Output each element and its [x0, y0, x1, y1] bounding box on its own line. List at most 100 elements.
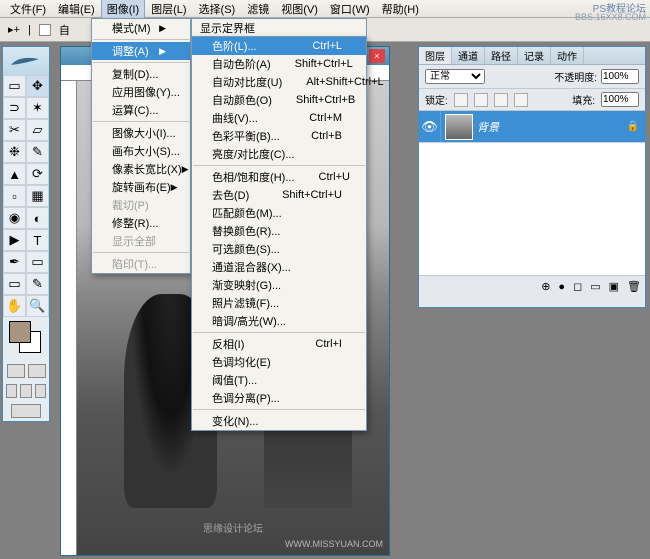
menu-item[interactable]: 色阶(L)...Ctrl+L — [192, 37, 366, 55]
menu-item[interactable]: 复制(D)... — [92, 65, 190, 83]
layer-lock-icon: 🔒 — [627, 121, 639, 132]
screen-mode-3[interactable] — [35, 384, 46, 398]
menu-item[interactable]: 视图(V) — [275, 0, 324, 19]
menu-item[interactable]: 色调均化(E) — [192, 353, 366, 371]
layer-row[interactable]: 👁 背景 🔒 — [419, 111, 645, 143]
menu-item[interactable]: 调整(A)▶ — [92, 42, 190, 60]
menu-item[interactable]: 反相(I)Ctrl+I — [192, 335, 366, 353]
wand-tool[interactable]: ✶ — [26, 97, 49, 119]
menu-item[interactable]: 自动对比度(U)Alt+Shift+Ctrl+L — [192, 73, 366, 91]
stamp-tool[interactable]: ▲ — [3, 163, 26, 185]
brush-tool[interactable]: ✎ — [26, 141, 49, 163]
eyedropper-tool[interactable]: ✎ — [26, 273, 49, 295]
eraser-tool[interactable]: ▫ — [3, 185, 26, 207]
notes-tool[interactable]: ▭ — [3, 273, 26, 295]
menu-item[interactable]: 匹配颜色(M)... — [192, 204, 366, 222]
path-select-tool[interactable]: ▶ — [3, 229, 26, 251]
menu-item[interactable]: 可选颜色(S)... — [192, 240, 366, 258]
crop-tool[interactable]: ✂ — [3, 119, 26, 141]
menu-item[interactable]: 修整(R)... — [92, 214, 190, 232]
panel-tab[interactable]: 路径 — [485, 47, 518, 64]
menu-item[interactable]: 色相/饱和度(H)...Ctrl+U — [192, 168, 366, 186]
dodge-tool[interactable]: ◐ — [26, 207, 49, 229]
blur-tool[interactable]: ◉ — [3, 207, 26, 229]
menu-item[interactable]: 文件(F) — [4, 0, 52, 19]
move-tool[interactable]: ✥ — [26, 75, 49, 97]
layer-name[interactable]: 背景 — [477, 119, 499, 135]
menu-item[interactable]: 旋转画布(E)▶ — [92, 178, 190, 196]
zoom-tool[interactable]: 🔍 — [26, 295, 49, 317]
menu-item[interactable]: 滤镜 — [241, 0, 275, 19]
auto-select-checkbox[interactable] — [39, 24, 51, 36]
jump-to-button[interactable] — [11, 404, 41, 418]
new-layer-button[interactable]: ▣ — [609, 280, 619, 293]
menu-item[interactable]: 通道混合器(X)... — [192, 258, 366, 276]
history-brush-tool[interactable]: ⟳ — [26, 163, 49, 185]
menu-item[interactable]: 暗调/高光(W)... — [192, 312, 366, 330]
panel-tab[interactable]: 通道 — [452, 47, 485, 64]
menu-item[interactable]: 运算(C)... — [92, 101, 190, 119]
layer-mask-button[interactable]: ◻ — [573, 280, 582, 293]
document-close-button[interactable]: × — [369, 49, 385, 63]
lasso-tool[interactable]: ⊃ — [3, 97, 26, 119]
menu-item[interactable]: 色调分离(P)... — [192, 389, 366, 407]
menu-item[interactable]: 自动色阶(A)Shift+Ctrl+L — [192, 55, 366, 73]
new-group-button[interactable]: ▭ — [590, 280, 600, 293]
color-swatches[interactable] — [3, 317, 49, 361]
gradient-tool[interactable]: ▦ — [26, 185, 49, 207]
lock-all-button[interactable] — [514, 93, 528, 107]
menu-item[interactable]: 去色(D)Shift+Ctrl+U — [192, 186, 366, 204]
blend-mode-select[interactable]: 正常 — [425, 69, 485, 84]
slice-tool[interactable]: ▱ — [26, 119, 49, 141]
layer-thumbnail[interactable] — [445, 114, 473, 140]
menu-item[interactable]: 变化(N)... — [192, 412, 366, 430]
menu-item[interactable]: 应用图像(Y)... — [92, 83, 190, 101]
layers-footer: ⊕ ● ◻ ▭ ▣ 🗑 — [419, 275, 645, 297]
menu-item[interactable]: 替换颜色(R)... — [192, 222, 366, 240]
menu-item[interactable]: 亮度/对比度(C)... — [192, 145, 366, 163]
menu-item[interactable]: 模式(M)▶ — [92, 19, 190, 37]
menu-item[interactable]: 图像大小(I)... — [92, 124, 190, 142]
shape-tool[interactable]: ▭ — [26, 251, 49, 273]
link-layers-button[interactable]: ⊕ — [541, 280, 550, 293]
lock-label: 锁定: — [425, 92, 448, 107]
menu-item[interactable]: 图像(I) — [101, 0, 145, 19]
opacity-input[interactable] — [601, 69, 639, 84]
panel-tab[interactable]: 动作 — [551, 47, 584, 64]
menu-item[interactable]: 曲线(V)...Ctrl+M — [192, 109, 366, 127]
menu-item[interactable]: 窗口(W) — [324, 0, 376, 19]
menu-item[interactable]: 阈值(T)... — [192, 371, 366, 389]
menu-item[interactable]: 色彩平衡(B)...Ctrl+B — [192, 127, 366, 145]
screen-mode-2[interactable] — [20, 384, 31, 398]
menu-item[interactable]: 像素长宽比(X)▶ — [92, 160, 190, 178]
rect-marquee-tool[interactable]: ▭ — [3, 75, 26, 97]
panel-tab[interactable]: 图层 — [419, 47, 452, 64]
menu-item[interactable]: 自动颜色(O)Shift+Ctrl+B — [192, 91, 366, 109]
menu-item[interactable]: 选择(S) — [193, 0, 242, 19]
menu-adjustments-submenu: 色阶(L)...Ctrl+L自动色阶(A)Shift+Ctrl+L自动对比度(U… — [191, 36, 367, 431]
menu-item[interactable]: 帮助(H) — [376, 0, 425, 19]
pen-tool[interactable]: ✒ — [3, 251, 26, 273]
menu-item[interactable]: 图层(L) — [145, 0, 192, 19]
layer-style-button[interactable]: ● — [558, 281, 565, 293]
fg-color-swatch[interactable] — [9, 321, 31, 343]
lock-transparent-button[interactable] — [454, 93, 468, 107]
tools-header-icon — [3, 47, 49, 75]
panel-tab[interactable]: 记录 — [518, 47, 551, 64]
menu-item[interactable]: 照片滤镜(F)... — [192, 294, 366, 312]
type-tool[interactable]: T — [26, 229, 49, 251]
menu-item[interactable]: 编辑(E) — [52, 0, 101, 19]
delete-layer-button[interactable]: 🗑 — [627, 280, 641, 293]
lock-position-button[interactable] — [494, 93, 508, 107]
standard-mode-button[interactable] — [7, 364, 25, 378]
fill-input[interactable] — [601, 92, 639, 107]
menu-item[interactable]: 渐变映射(G)... — [192, 276, 366, 294]
layer-visibility-toggle[interactable]: 👁 — [419, 111, 441, 142]
hand-tool[interactable]: ✋ — [3, 295, 26, 317]
menu-item[interactable]: 画布大小(S)... — [92, 142, 190, 160]
menu-item: 显示全部 — [92, 232, 190, 250]
lock-pixels-button[interactable] — [474, 93, 488, 107]
heal-tool[interactable]: ❉ — [3, 141, 26, 163]
screen-mode-1[interactable] — [6, 384, 17, 398]
quickmask-mode-button[interactable] — [28, 364, 46, 378]
